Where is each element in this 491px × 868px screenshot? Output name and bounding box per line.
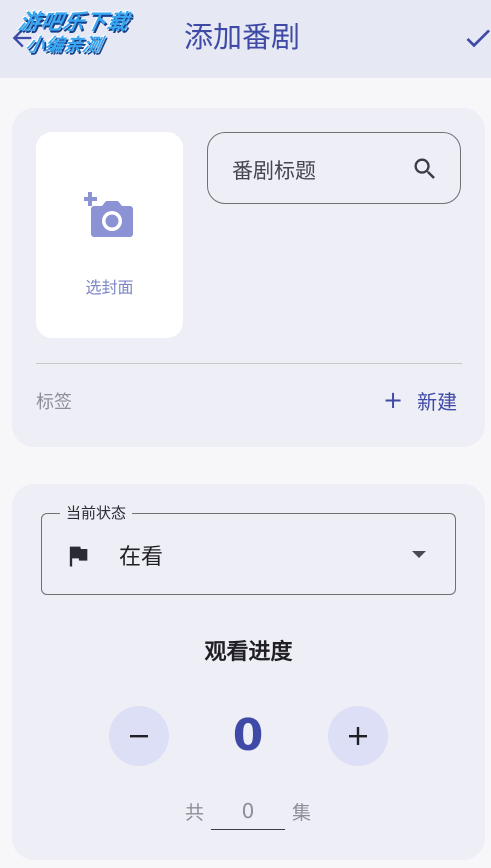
- plus-icon: [349, 727, 367, 745]
- total-episodes-input[interactable]: 0: [211, 796, 285, 830]
- divider: [36, 363, 462, 364]
- increment-button[interactable]: [328, 706, 388, 766]
- decrement-button[interactable]: [109, 706, 169, 766]
- status-dropdown[interactable]: 当前状态 在看: [41, 503, 456, 595]
- page-title: 添加番剧: [184, 20, 301, 54]
- total-suffix: 集: [292, 802, 312, 824]
- search-icon[interactable]: [411, 155, 439, 183]
- watermark-line2: 小编亲测: [23, 35, 105, 56]
- tags-label: 标签: [36, 392, 72, 413]
- status-legend: 当前状态: [60, 503, 133, 523]
- flag-icon: [69, 546, 88, 567]
- title-placeholder: 番剧标题: [232, 159, 316, 183]
- status-value: 在看: [119, 545, 164, 570]
- watermark-logo: 游吧乐下载 小编亲测: [10, 10, 149, 64]
- total-episodes-row: 共 0 集: [12, 796, 485, 830]
- title-search-field[interactable]: 番剧标题: [207, 132, 461, 204]
- status-card: 当前状态 在看 观看进度 0 共 0 集: [12, 484, 485, 860]
- new-tag-label: 新建: [417, 389, 458, 414]
- add-photo-icon: [84, 192, 133, 237]
- app-bar: 游吧乐下载 小编亲测 添加番剧: [0, 0, 491, 78]
- check-icon[interactable]: [462, 22, 491, 54]
- chevron-down-icon: [412, 551, 426, 558]
- info-card: 选封面 番剧标题 标签 + 新建: [12, 108, 485, 447]
- watermark-line1: 游吧乐下载: [16, 10, 132, 34]
- progress-title: 观看进度: [204, 640, 293, 665]
- total-prefix: 共: [185, 802, 205, 824]
- cover-label: 选封面: [85, 278, 134, 297]
- minus-icon: [130, 735, 148, 738]
- new-tag-button[interactable]: + 新建: [383, 385, 457, 415]
- plus-icon: +: [383, 386, 404, 414]
- cover-picker[interactable]: 选封面: [36, 132, 183, 338]
- progress-value: 0: [232, 710, 264, 761]
